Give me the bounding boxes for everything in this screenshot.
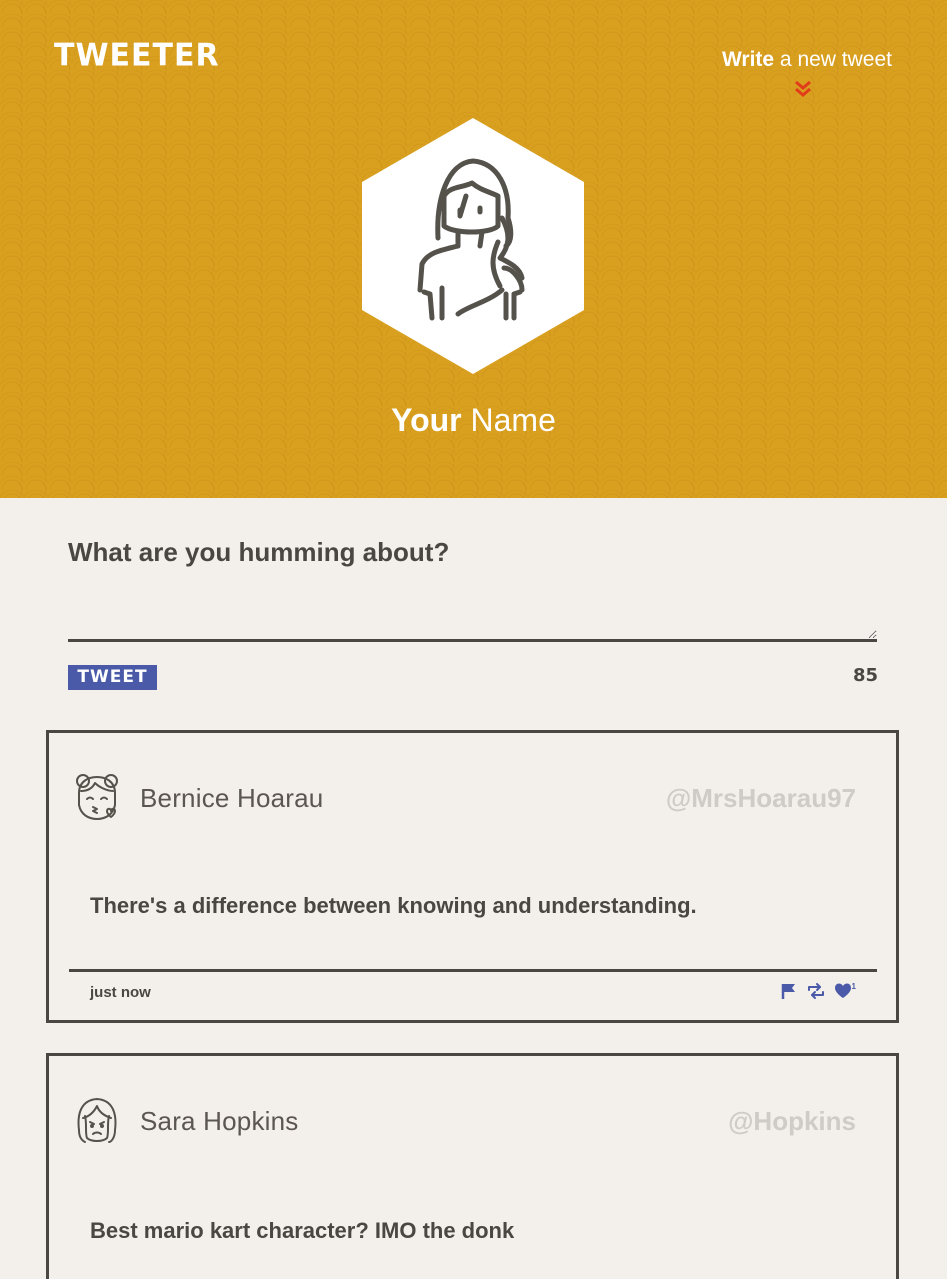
retweet-icon[interactable] bbox=[807, 982, 825, 1000]
tweet-input[interactable] bbox=[68, 580, 877, 642]
tweet-timestamp: just now bbox=[90, 984, 151, 1001]
profile-last-name: Name bbox=[461, 402, 556, 438]
tweet-author-name[interactable]: Sara Hopkins bbox=[140, 1106, 298, 1137]
tweet-card: Sara Hopkins @Hopkins Best mario kart ch… bbox=[46, 1053, 899, 1279]
write-new-tweet-link[interactable]: Write a new tweet bbox=[722, 48, 892, 72]
heart-icon[interactable] bbox=[834, 982, 852, 1000]
compose-link-rest: a new tweet bbox=[774, 48, 892, 71]
tweet-author-handle[interactable]: @Hopkins bbox=[728, 1106, 856, 1137]
tweet-author-handle[interactable]: @MrsHoarau97 bbox=[666, 783, 856, 814]
char-counter: 85 bbox=[852, 665, 878, 686]
tweet-button[interactable]: TWEET bbox=[68, 665, 157, 690]
tweet-divider bbox=[69, 969, 877, 972]
flag-icon[interactable] bbox=[780, 982, 798, 1000]
frowning-girl-avatar-icon bbox=[77, 1098, 117, 1143]
double-chevron-down-icon[interactable] bbox=[794, 80, 812, 98]
compose-link-bold: Write bbox=[721, 48, 775, 71]
tweet-text: There's a difference between knowing and… bbox=[90, 893, 697, 918]
tweet-text: Best mario kart character? IMO the donk bbox=[90, 1218, 515, 1243]
brand-logo[interactable]: TWEETER bbox=[54, 37, 220, 74]
profile-header: TWEETER Write a new tweet Your Name bbox=[0, 0, 947, 498]
tweet-actions: 1 bbox=[780, 982, 856, 1000]
profile-name: Your Name bbox=[0, 402, 947, 439]
kissing-girl-avatar-icon bbox=[76, 774, 118, 820]
tweet-author-name[interactable]: Bernice Hoarau bbox=[140, 783, 323, 814]
tweet-card: Bernice Hoarau @MrsHoarau97 There's a di… bbox=[46, 730, 899, 1023]
profile-first-name: Your bbox=[391, 402, 462, 438]
profile-avatar bbox=[362, 118, 584, 374]
like-control[interactable]: 1 bbox=[834, 982, 856, 1000]
like-count: 1 bbox=[851, 982, 856, 991]
composer-prompt: What are you humming about? bbox=[68, 537, 450, 567]
